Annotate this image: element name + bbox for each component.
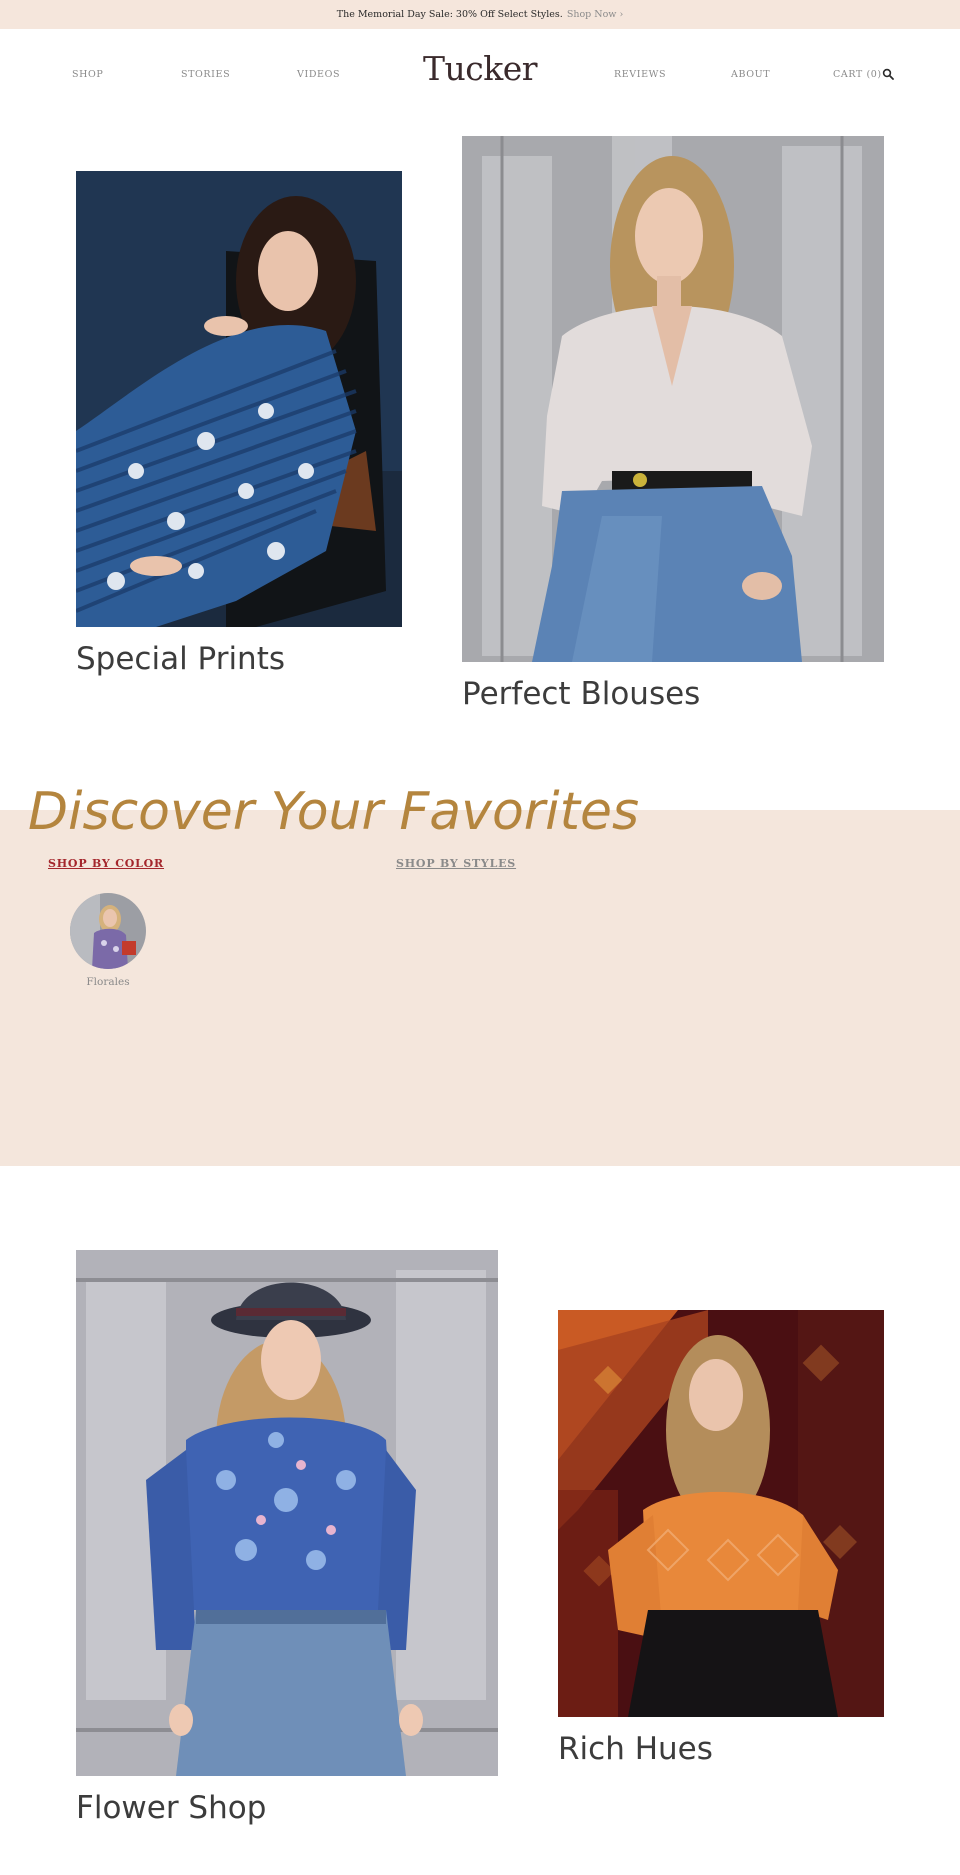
- tab-shop-by-styles[interactable]: SHOP BY STYLES: [396, 857, 516, 870]
- rich-hues-title[interactable]: Rich Hues: [558, 1731, 713, 1767]
- nav-cart[interactable]: CART (0): [833, 69, 882, 80]
- florales-swatch[interactable]: [70, 893, 146, 969]
- flower-shop-image[interactable]: [76, 1250, 498, 1776]
- special-prints-image[interactable]: [76, 171, 402, 627]
- rich-hues-image[interactable]: [558, 1310, 884, 1717]
- site-header: SHOP STORIES VIDEOS Tucker REVIEWS ABOUT…: [0, 29, 960, 119]
- announcement-bar: The Memorial Day Sale: 30% Off Select St…: [0, 0, 960, 29]
- perfect-blouses-image[interactable]: [462, 136, 884, 662]
- florales-label[interactable]: Florales: [58, 976, 158, 988]
- announcement-text: The Memorial Day Sale: 30% Off Select St…: [336, 9, 563, 20]
- flower-shop-title[interactable]: Flower Shop: [76, 1790, 266, 1826]
- discover-heading: Discover Your Favorites: [28, 782, 640, 842]
- nav-reviews[interactable]: REVIEWS: [614, 69, 666, 80]
- shop-now-link[interactable]: Shop Now ›: [567, 9, 623, 20]
- tab-shop-by-color[interactable]: SHOP BY COLOR: [48, 857, 164, 870]
- special-prints-title[interactable]: Special Prints: [76, 641, 285, 677]
- perfect-blouses-title[interactable]: Perfect Blouses: [462, 676, 700, 712]
- nav-about[interactable]: ABOUT: [731, 69, 770, 80]
- search-icon[interactable]: [882, 68, 894, 80]
- site-logo[interactable]: Tucker: [0, 49, 960, 88]
